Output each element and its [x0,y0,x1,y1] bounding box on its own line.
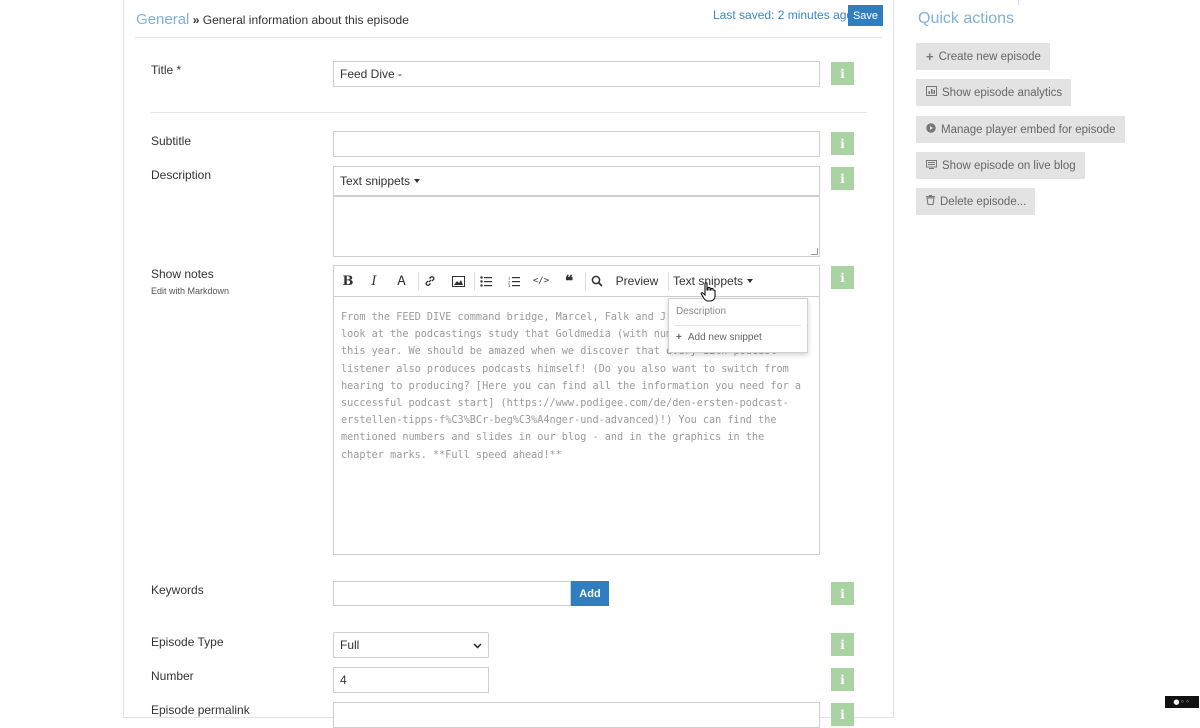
episode-type-label: Episode Type [151,635,224,649]
svg-text:3: 3 [508,283,511,287]
hand-cursor-icon [700,282,716,302]
title-input[interactable]: Feed Dive - [333,61,820,87]
title-label: Title * [151,63,182,77]
show-notes-line: chapter marks. **Full speed ahead!** [341,449,562,461]
numbered-list-icon[interactable]: 123 [504,266,524,296]
toolbar-divider [418,272,419,290]
chevron-down-icon [473,638,482,652]
resize-handle-icon[interactable] [811,248,818,255]
breadcrumb-separator: » [192,13,200,27]
bullet-list-icon[interactable] [476,266,496,296]
delete-episode-button[interactable]: Delete episode... [916,188,1036,215]
number-info-icon[interactable]: i [831,668,854,691]
add-keyword-button[interactable]: Add [571,581,609,606]
description-textarea[interactable] [333,196,820,257]
plus-icon: + [676,332,682,343]
episode-type-select[interactable]: Full [333,632,489,658]
toolbar-divider [474,272,475,290]
caret-down-icon [747,279,754,283]
play-circle-icon [926,123,936,136]
subtitle-input[interactable] [333,131,820,157]
description-info-icon[interactable]: i [831,167,854,190]
heading-icon[interactable]: Ꭺ [392,266,412,296]
image-icon[interactable] [448,266,468,296]
show-notes-info-icon[interactable]: i [831,266,854,289]
monitor-icon [926,159,937,172]
show-notes-snippets-button[interactable]: Text snippets [673,266,759,296]
show-episode-live-blog-label: Show episode on live blog [942,159,1076,172]
subtitle-info-icon[interactable]: i [831,132,854,155]
subtitle-label: Subtitle [151,134,192,148]
last-saved-status: Last saved: 2 minutes ago [713,8,854,22]
dropdown-divider [675,325,801,326]
permalink-input[interactable] [333,702,820,728]
add-new-snippet-item[interactable]: + Add new snippet [676,332,762,343]
keywords-info-icon[interactable]: i [831,582,854,605]
show-episode-analytics-label: Show episode analytics [942,86,1063,99]
show-notes-line: listener also produces podcasts himself!… [341,363,789,375]
trash-icon [926,195,935,208]
search-icon[interactable] [587,266,607,296]
create-new-episode-label: Create new episode [938,50,1041,63]
dropdown-header-description[interactable]: Description [676,306,726,317]
markdown-hint-link[interactable]: Edit with Markdown [151,286,229,296]
toolbar-divider [585,272,586,290]
show-episode-live-blog-button[interactable]: Show episode on live blog [916,152,1085,179]
markdown-toolbar: B I Ꭺ 123 </> ❝ Preview Text snippets [333,265,820,296]
chart-icon [926,86,937,99]
show-episode-analytics-button[interactable]: Show episode analytics [916,79,1072,106]
breadcrumb-link-general[interactable]: General [136,11,189,28]
permalink-label: Episode permalink [151,703,250,717]
screen-recorder-badge: ●◦◦ [1165,696,1199,708]
quote-icon[interactable]: ❝ [559,266,579,296]
quick-actions-title: Quick actions [918,10,1015,27]
show-notes-line: successful podcast start] (https://www.p… [341,398,789,410]
italic-icon[interactable]: I [364,266,384,296]
permalink-info-icon[interactable]: i [831,703,854,726]
preview-button[interactable]: Preview [612,266,662,296]
description-snippets-label: Text snippets [340,174,411,188]
show-notes-label: Show notes [151,267,214,281]
description-label: Description [151,168,212,182]
show-notes-line: hearing to producing? [Here you can find… [341,380,802,392]
show-notes-line: look at the podcastings study that Goldm… [341,329,673,341]
plus-icon: + [926,49,934,64]
create-new-episode-button[interactable]: + Create new episode [916,43,1050,70]
episode-type-info-icon[interactable]: i [831,633,854,656]
show-notes-line: erstellen-tipps-f%C3%BCr-beg%C3%A4nger-u… [341,415,777,427]
title-divider [151,112,867,113]
save-button[interactable]: Save [848,5,883,26]
code-icon[interactable]: </> [531,266,551,296]
number-label: Number [151,669,194,683]
episode-type-value: Full [340,638,360,652]
snippets-dropdown-menu: Description + Add new snippet [668,298,808,353]
description-snippets-button[interactable]: Text snippets [333,166,820,196]
show-notes-line: From the FEED DIVE command bridge, Marce… [341,312,667,323]
manage-player-embed-button[interactable]: Manage player embed for episode [916,116,1125,143]
caret-down-icon [414,179,421,183]
header-divider [135,37,882,38]
breadcrumb: General » General information about this… [136,11,409,28]
bold-icon[interactable]: B [338,266,358,296]
show-notes-line: mentioned numbers and slides in our blog… [341,432,765,444]
keywords-label: Keywords [151,583,204,597]
add-new-snippet-label: Add new snippet [687,332,762,343]
keywords-input[interactable] [333,581,571,606]
toolbar-divider [668,272,669,290]
link-icon[interactable] [420,266,440,296]
number-input[interactable]: 4 [333,667,489,693]
title-info-icon[interactable]: i [831,62,854,85]
manage-player-embed-label: Manage player embed for episode [941,123,1116,136]
page-title: General information about this episode [202,13,409,27]
delete-episode-label: Delete episode... [940,195,1027,208]
sidebar-divider [1018,0,1019,5]
